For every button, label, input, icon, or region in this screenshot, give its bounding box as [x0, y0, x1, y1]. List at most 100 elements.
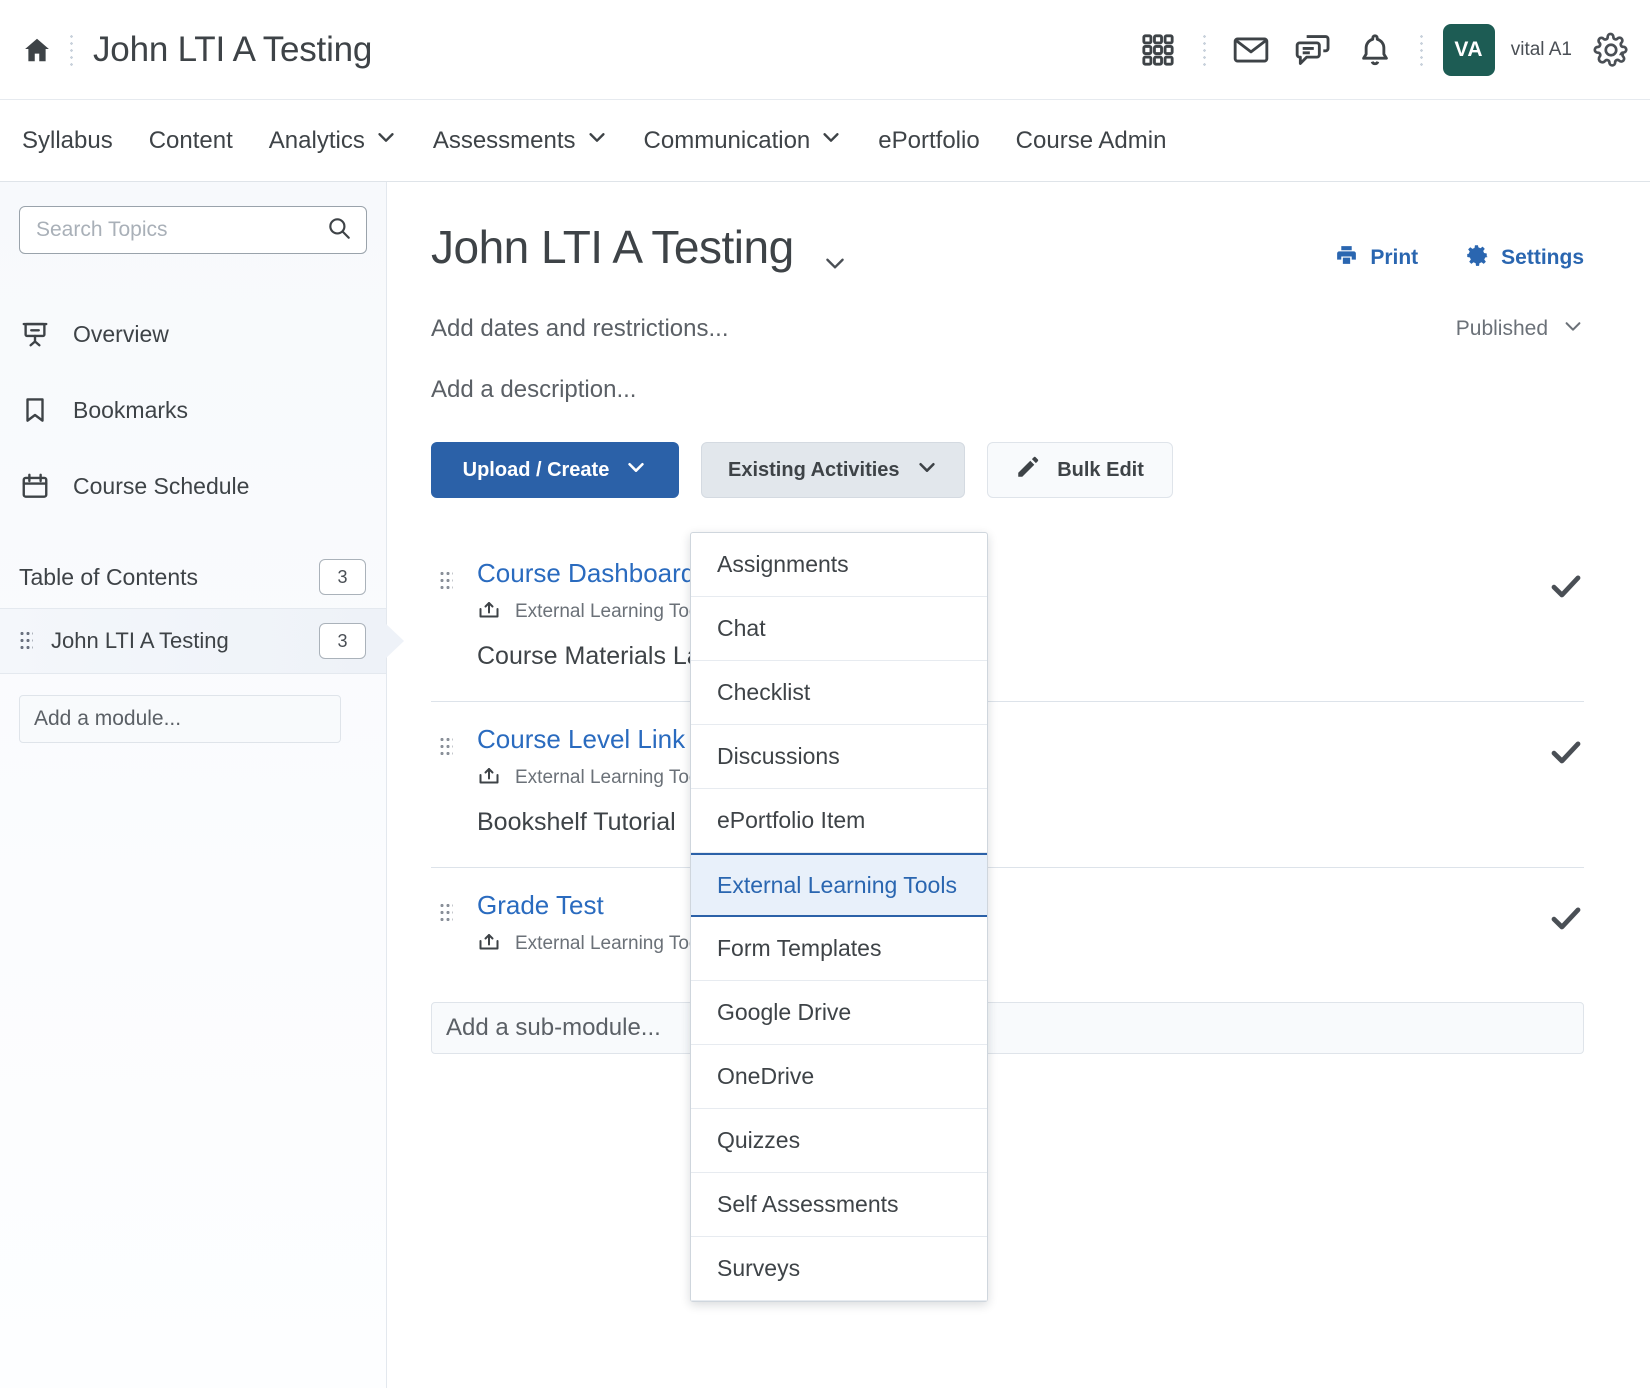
menu-item-self-assessments[interactable]: Self Assessments — [691, 1173, 987, 1237]
sidebar-item-course-schedule[interactable]: Course Schedule — [0, 448, 386, 524]
drag-handle-icon[interactable] — [19, 630, 33, 652]
topic-title-link[interactable]: Grade Test — [477, 890, 1528, 921]
drag-handle-icon[interactable] — [439, 736, 453, 758]
menu-item-label: Google Drive — [717, 999, 852, 1025]
chevron-down-icon — [916, 456, 938, 484]
nav-item-course-admin[interactable]: Course Admin — [998, 127, 1185, 155]
menu-item-google-drive[interactable]: Google Drive — [691, 981, 987, 1045]
top-bar: John LTI A Testing VA vital A1 — [0, 0, 1650, 100]
check-icon[interactable] — [1548, 734, 1584, 775]
print-button[interactable]: Print — [1334, 243, 1418, 274]
main-nav: Syllabus Content Analytics Assessments C… — [0, 100, 1650, 182]
breadcrumb-separator — [70, 32, 73, 67]
search-topics-box[interactable] — [19, 206, 367, 254]
chevron-down-icon — [586, 126, 608, 155]
search-input[interactable] — [36, 218, 326, 242]
sidebar-module-john-lti-a-testing[interactable]: John LTI A Testing 3 — [0, 608, 404, 674]
nav-item-content[interactable]: Content — [131, 127, 251, 155]
topic-description: Bookshelf Tutorial — [477, 808, 676, 836]
nav-item-syllabus[interactable]: Syllabus — [22, 127, 131, 155]
gear-icon[interactable] — [1592, 31, 1630, 69]
icon-separator-2 — [1419, 32, 1423, 67]
table-row[interactable]: Grade Test External Learning Tool — [431, 868, 1584, 968]
menu-item-discussions[interactable]: Discussions — [691, 725, 987, 789]
menu-item-chat[interactable]: Chat — [691, 597, 987, 661]
chevron-down-icon — [625, 456, 647, 484]
icon-separator — [1202, 32, 1206, 67]
nav-label: Communication — [643, 126, 811, 154]
message-icon[interactable] — [1282, 19, 1344, 81]
existing-activities-button[interactable]: Existing Activities — [701, 442, 965, 498]
table-of-contents-row[interactable]: Table of Contents 3 — [0, 546, 386, 608]
check-icon[interactable] — [1548, 568, 1584, 609]
username-label: vital A1 — [1510, 38, 1572, 60]
pencil-icon — [1015, 454, 1041, 486]
add-description-link[interactable]: Add a description... — [431, 376, 1584, 404]
sidebar-item-bookmarks[interactable]: Bookmarks — [0, 372, 386, 448]
bookmark-icon — [19, 395, 51, 425]
menu-item-label: Self Assessments — [717, 1191, 899, 1217]
lti-launch-icon — [477, 929, 501, 958]
topic-content: Course Dashboard Launch External Learnin… — [477, 558, 1528, 671]
menu-item-label: Assignments — [717, 551, 849, 577]
lti-launch-icon — [477, 597, 501, 626]
check-icon[interactable] — [1548, 900, 1584, 941]
email-icon[interactable] — [1220, 19, 1282, 81]
chevron-down-icon — [1562, 315, 1584, 343]
add-module-field[interactable]: Add a module... — [19, 695, 341, 743]
sidebar-item-overview[interactable]: Overview — [0, 296, 386, 372]
nav-label: Assessments — [432, 126, 576, 154]
add-sub-module-placeholder: Add a sub-module... — [446, 1014, 661, 1041]
nav-label: Course Admin — [1015, 126, 1167, 154]
topic-title-link[interactable]: Course Dashboard Launch — [477, 558, 1528, 589]
waffle-grid-icon[interactable] — [1127, 19, 1189, 81]
topic-meta: External Learning Tool — [477, 597, 1528, 626]
table-row[interactable]: Course Dashboard Launch External Learnin… — [431, 536, 1584, 702]
sidebar: Overview Bookmarks Course Schedule Table… — [0, 182, 404, 1388]
chevron-down-icon — [820, 126, 842, 155]
printer-icon — [1334, 243, 1359, 274]
nav-item-assessments[interactable]: Assessments — [415, 126, 626, 155]
topic-title-link[interactable]: Course Level Link — [477, 724, 1528, 755]
add-dates-restrictions-link[interactable]: Add dates and restrictions... — [431, 315, 729, 343]
topic-content: Course Level Link External Learning Tool… — [477, 724, 1528, 837]
menu-item-surveys[interactable]: Surveys — [691, 1237, 987, 1301]
menu-item-quizzes[interactable]: Quizzes — [691, 1109, 987, 1173]
drag-handle-icon[interactable] — [439, 902, 453, 924]
nav-label: ePortfolio — [878, 126, 980, 154]
bulk-edit-button[interactable]: Bulk Edit — [986, 442, 1173, 498]
status-badge: Published — [1455, 317, 1548, 340]
search-icon[interactable] — [326, 215, 352, 246]
avatar[interactable]: VA — [1442, 23, 1495, 76]
sidebar-item-label: Course Schedule — [73, 472, 250, 499]
top-bar-actions: VA vital A1 — [1127, 19, 1630, 81]
menu-item-label: Quizzes — [717, 1127, 801, 1153]
table-row[interactable]: Course Level Link External Learning Tool… — [431, 702, 1584, 868]
upload-create-button[interactable]: Upload / Create — [431, 442, 679, 498]
menu-item-onedrive[interactable]: OneDrive — [691, 1045, 987, 1109]
menu-item-assignments[interactable]: Assignments — [691, 533, 987, 597]
nav-item-analytics[interactable]: Analytics — [251, 126, 415, 155]
lti-launch-icon — [477, 763, 501, 792]
menu-item-form-templates[interactable]: Form Templates — [691, 917, 987, 981]
menu-item-checklist[interactable]: Checklist — [691, 661, 987, 725]
nav-item-communication[interactable]: Communication — [626, 126, 861, 155]
add-module-placeholder: Add a module... — [34, 707, 182, 730]
sidebar-module-count: 3 — [319, 623, 366, 659]
home-icon[interactable] — [22, 35, 52, 65]
menu-item-eportfolio-item[interactable]: ePortfolio Item — [691, 789, 987, 853]
bell-icon[interactable] — [1344, 19, 1406, 81]
drag-handle-icon[interactable] — [439, 570, 453, 592]
settings-button[interactable]: Settings — [1464, 242, 1584, 274]
content-action-buttons: Upload / Create Existing Activities Bulk… — [431, 442, 1584, 498]
topic-type-label: External Learning Tool — [515, 766, 704, 788]
publish-status-dropdown[interactable]: Published — [1456, 315, 1584, 343]
chevron-down-icon[interactable] — [822, 250, 848, 281]
menu-item-external-learning-tools[interactable]: External Learning Tools — [691, 853, 987, 917]
add-sub-module-field[interactable]: Add a sub-module... — [431, 1002, 1584, 1054]
chevron-down-icon — [375, 126, 397, 155]
nav-label: Content — [148, 126, 233, 154]
nav-item-eportfolio[interactable]: ePortfolio — [860, 127, 997, 155]
menu-item-label: Form Templates — [717, 935, 882, 961]
topic-meta: External Learning Tool — [477, 929, 1528, 958]
